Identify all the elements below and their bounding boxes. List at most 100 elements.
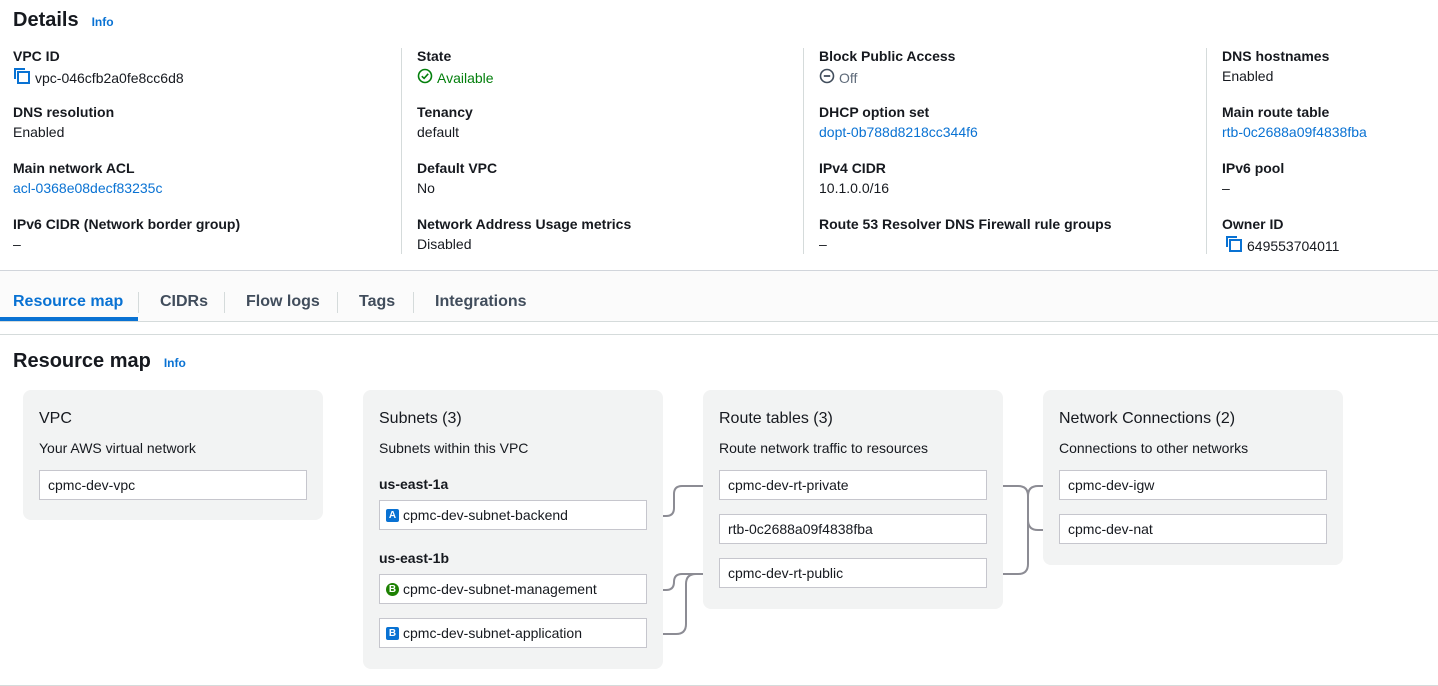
route-table-item[interactable]: cpmc-dev-rt-public: [719, 558, 987, 588]
details-column-4: DNS hostnames Enabled Main route table r…: [1206, 48, 1432, 254]
tab-cidrs[interactable]: CIDRs: [160, 293, 208, 311]
tab-tags[interactable]: Tags: [359, 293, 395, 311]
tenancy-label: Tenancy: [417, 104, 473, 120]
ipv4-cidr-value: 10.1.0.0/16: [819, 180, 890, 196]
network-connections-card-title: Network Connections (2): [1059, 410, 1236, 427]
details-title: Details: [13, 9, 79, 31]
main-route-table-link[interactable]: rtb-0c2688a09f4838fba: [1222, 124, 1432, 140]
state-label: State: [417, 48, 452, 64]
tab-resource-map[interactable]: Resource map: [13, 293, 123, 311]
details-info-link[interactable]: Info: [92, 15, 114, 29]
nau-metrics-field: Network Address Usage metrics Disabled: [417, 216, 787, 272]
subnet-item[interactable]: A cpmc-dev-subnet-backend: [379, 500, 647, 530]
tab-divider: [224, 292, 225, 313]
block-public-access-value: Off: [839, 69, 858, 86]
tenancy-value: default: [417, 124, 460, 140]
vpc-id-label: VPC ID: [13, 48, 60, 64]
ipv6-cidr-label: IPv6 CIDR (Network border group): [13, 216, 241, 232]
dns-hostnames-label: DNS hostnames: [1222, 48, 1330, 64]
tab-flow-logs[interactable]: Flow logs: [246, 293, 320, 311]
check-circle-icon: [417, 68, 433, 87]
dhcp-option-set-field: DHCP option set dopt-0b788d8218cc344f6: [819, 104, 1189, 160]
copy-icon[interactable]: [13, 68, 31, 87]
route-table-item[interactable]: rtb-0c2688a09f4838fba: [719, 514, 987, 544]
ipv6-pool-label: IPv6 pool: [1222, 160, 1285, 176]
dhcp-option-set-link[interactable]: dopt-0b788d8218cc344f6: [819, 124, 1189, 140]
subnet-item[interactable]: B cpmc-dev-subnet-application: [379, 618, 647, 648]
state-value-row: Available: [417, 68, 787, 87]
ipv6-cidr-value: –: [13, 236, 21, 252]
az-badge-a: A: [386, 508, 399, 522]
route-tables-card: Route tables (3) Route network traffic t…: [703, 390, 1003, 609]
subnet-name: cpmc-dev-subnet-application: [403, 625, 582, 641]
state-value: Available: [437, 69, 494, 86]
ipv4-cidr-field: IPv4 CIDR 10.1.0.0/16: [819, 160, 1189, 216]
vpc-resource-item[interactable]: cpmc-dev-vpc: [39, 470, 307, 500]
nau-metrics-value: Disabled: [417, 236, 472, 252]
dns-resolution-value: Enabled: [13, 124, 65, 140]
default-vpc-value: No: [417, 180, 435, 196]
ipv6-pool-field: IPv6 pool –: [1222, 160, 1432, 216]
route-tables-card-title: Route tables (3): [719, 410, 833, 427]
owner-id-field: Owner ID 649553704011: [1222, 216, 1432, 272]
subnets-card-subtitle: Subnets within this VPC: [379, 440, 529, 456]
tab-integrations[interactable]: Integrations: [435, 293, 527, 311]
details-column-2: State Available Tenancy default Default …: [401, 48, 787, 254]
minus-circle-icon: [819, 68, 835, 87]
resource-map-panel: Resource map Info VPC Your AWS virtual n…: [0, 334, 1438, 686]
dns-resolution-field: DNS resolution Enabled: [13, 104, 393, 160]
details-panel: Details Info VPC ID vpc-046cfb2a0fe8cc6d…: [0, 0, 1438, 271]
dns-resolution-label: DNS resolution: [13, 104, 115, 120]
main-network-acl-field: Main network ACL acl-0368e08decf83235c: [13, 160, 393, 216]
route-table-item[interactable]: cpmc-dev-rt-private: [719, 470, 987, 500]
network-connections-card-subtitle: Connections to other networks: [1059, 440, 1249, 456]
dhcp-option-set-label: DHCP option set: [819, 104, 930, 120]
ipv6-pool-value: –: [1222, 180, 1230, 196]
az-badge-b: B: [386, 626, 399, 640]
subnet-item[interactable]: B cpmc-dev-subnet-management: [379, 574, 647, 604]
dns-firewall-value: –: [819, 236, 827, 252]
ipv6-cidr-field: IPv6 CIDR (Network border group) –: [13, 216, 393, 272]
vpc-card-title: VPC: [39, 410, 72, 427]
copy-icon[interactable]: [1225, 236, 1243, 255]
availability-zone-label: us-east-1b: [379, 550, 450, 566]
vpc-id-field: VPC ID vpc-046cfb2a0fe8cc6d8: [13, 48, 393, 104]
network-connections-card: Network Connections (2) Connections to o…: [1043, 390, 1343, 565]
tab-bar: Resource map CIDRs Flow logs Tags Integr…: [0, 271, 1438, 322]
block-public-access-label: Block Public Access: [819, 48, 956, 64]
state-field: State Available: [417, 48, 787, 104]
dns-firewall-field: Route 53 Resolver DNS Firewall rule grou…: [819, 216, 1189, 272]
owner-id-label: Owner ID: [1222, 216, 1284, 232]
subnet-name: cpmc-dev-subnet-management: [403, 581, 597, 597]
vpc-card-subtitle: Your AWS virtual network: [39, 440, 196, 456]
dns-hostnames-value: Enabled: [1222, 68, 1274, 84]
route-tables-card-subtitle: Route network traffic to resources: [719, 440, 929, 456]
default-vpc-label: Default VPC: [417, 160, 498, 176]
default-vpc-field: Default VPC No: [417, 160, 787, 216]
subnets-card: Subnets (3) Subnets within this VPC us-e…: [363, 390, 663, 669]
block-public-access-value-row: Off: [819, 68, 1189, 87]
main-route-table-field: Main route table rtb-0c2688a09f4838fba: [1222, 104, 1432, 160]
az-badge-b: B: [386, 582, 399, 596]
main-network-acl-link[interactable]: acl-0368e08decf83235c: [13, 180, 393, 196]
main-network-acl-label: Main network ACL: [13, 160, 135, 176]
dns-hostnames-field: DNS hostnames Enabled: [1222, 48, 1432, 104]
network-connection-item[interactable]: cpmc-dev-nat: [1059, 514, 1327, 544]
ipv4-cidr-label: IPv4 CIDR: [819, 160, 886, 176]
owner-id-value: 649553704011: [1247, 237, 1340, 254]
vpc-id-value-row: vpc-046cfb2a0fe8cc6d8: [13, 68, 393, 87]
vpc-card: VPC Your AWS virtual network cpmc-dev-vp…: [23, 390, 323, 520]
subnet-name: cpmc-dev-subnet-backend: [403, 507, 568, 523]
owner-id-value-row: 649553704011: [1222, 236, 1432, 255]
active-tab-indicator: [0, 317, 138, 321]
dns-firewall-label: Route 53 Resolver DNS Firewall rule grou…: [819, 216, 1112, 232]
block-public-access-field: Block Public Access Off: [819, 48, 1189, 104]
availability-zone-label: us-east-1a: [379, 476, 449, 492]
network-connection-item[interactable]: cpmc-dev-igw: [1059, 470, 1327, 500]
tab-divider: [413, 292, 414, 313]
tab-divider: [138, 292, 139, 313]
tab-divider: [337, 292, 338, 313]
details-header: Details Info: [13, 9, 114, 32]
main-route-table-label: Main route table: [1222, 104, 1330, 120]
vpc-id-value: vpc-046cfb2a0fe8cc6d8: [35, 69, 184, 86]
